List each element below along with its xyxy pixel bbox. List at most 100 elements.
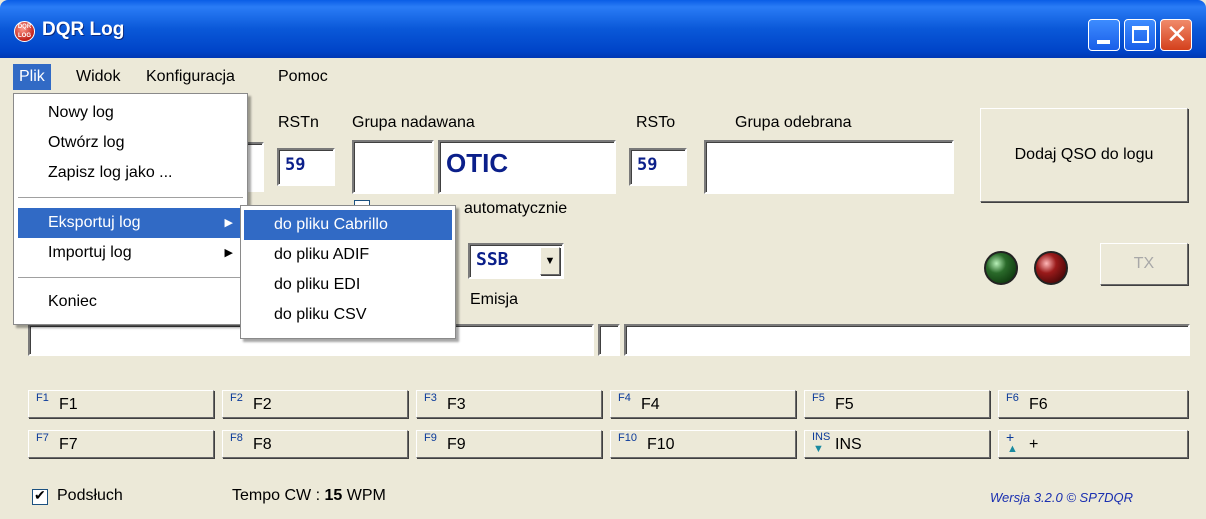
f7-label: F7 [59,436,78,453]
menu-widok[interactable]: Widok [70,64,126,90]
f8-small-label: F8 [230,432,243,444]
plik-menu: Nowy log Otwórz log Zapisz log jako ... … [13,93,248,325]
f10-button[interactable]: F10 F10 [610,430,796,458]
info-field[interactable] [624,324,1190,356]
window-title: DQR Log [42,19,125,40]
rstn-field[interactable]: 59 [277,148,335,186]
menu-zapisz-log-jako[interactable]: Zapisz log jako ... [14,158,247,188]
auto-label: automatycznie [464,200,568,217]
f2-button[interactable]: F2 F2 [222,390,408,418]
f7-small-label: F7 [36,432,49,444]
emisja-label: Emisja [470,291,519,308]
tempo-cw: Tempo CW : 15 WPM [232,487,386,505]
f3-small-label: F3 [424,392,437,404]
menu-otworz-log[interactable]: Otwórz log [14,128,247,158]
tempo-unit: WPM [342,487,386,504]
grupa-nadawana-prefix-field[interactable] [352,140,434,194]
ins-button[interactable]: INS ▼ INS [804,430,990,458]
podsluch-label: Podsłuch [57,487,123,504]
add-qso-button[interactable]: Dodaj QSO do logu [980,108,1188,202]
grupa-nadawana-label: Grupa nadawana [352,114,475,131]
check-icon: ✔ [34,487,46,503]
f10-small-label: F10 [618,432,637,444]
f10-label: F10 [647,436,675,453]
f2-small-label: F2 [230,392,243,404]
f9-small-label: F9 [424,432,437,444]
export-csv[interactable]: do pliku CSV [244,300,452,330]
rsto-value: 59 [637,155,658,175]
f5-button[interactable]: F5 F5 [804,390,990,418]
f6-label: F6 [1029,396,1048,413]
f6-button[interactable]: F6 F6 [998,390,1188,418]
app-icon[interactable]: DQR LOG [14,21,35,42]
menu-koniec[interactable]: Koniec [14,287,247,317]
f2-label: F2 [253,396,272,413]
menu-separator [18,197,243,198]
grupa-nadawana-value: OTIC [446,148,509,178]
tempo-value: 15 [324,487,343,504]
f4-small-label: F4 [618,392,631,404]
minimize-icon [1097,40,1110,44]
ins-small-label: INS [812,431,831,443]
close-button[interactable]: ✕ [1160,19,1192,51]
f9-button[interactable]: F9 F9 [416,430,602,458]
red-led-icon [1034,251,1068,285]
f4-label: F4 [641,396,660,413]
grupa-odebrana-label: Grupa odebrana [735,114,852,131]
submenu-arrow-icon: ▶ [224,217,233,229]
menu-eksportuj-log[interactable]: Eksportuj log ▶ [18,208,243,238]
f9-label: F9 [447,436,466,453]
ins-label: INS [835,436,862,453]
f1-small-label: F1 [36,392,49,404]
podsluch-checkbox[interactable]: ✔ [32,487,48,505]
emisja-value: SSB [476,249,509,270]
plus-label: + [1029,436,1039,453]
rsto-field[interactable]: 59 [629,148,687,186]
export-adif[interactable]: do pliku ADIF [244,240,452,270]
rstn-label: RSTn [278,114,319,131]
submenu-arrow-icon: ▶ [224,247,233,259]
tempo-label: Tempo CW : [232,487,325,504]
f3-button[interactable]: F3 F3 [416,390,602,418]
f1-label: F1 [59,396,78,413]
minimize-button[interactable] [1088,19,1120,51]
menu-pomoc[interactable]: Pomoc [272,64,334,90]
rsto-label: RSTo [636,114,676,131]
title-bar[interactable]: DQR LOG DQR Log ✕ [0,0,1206,58]
menu-bar: Plik Widok Konfiguracja Pomoc [0,58,1206,93]
importuj-label: Importuj log [48,244,132,261]
f8-label: F8 [253,436,272,453]
f4-button[interactable]: F4 F4 [610,390,796,418]
export-cabrillo[interactable]: do pliku Cabrillo [244,210,452,240]
menu-nowy-log[interactable]: Nowy log [14,98,247,128]
grupa-odebrana-field[interactable] [704,140,954,194]
f1-button[interactable]: F1 F1 [28,390,214,418]
version-label: Wersja 3.2.0 © SP7DQR [990,490,1133,505]
f5-label: F5 [835,396,854,413]
f6-small-label: F6 [1006,392,1019,404]
green-led-icon [984,251,1018,285]
maximize-button[interactable] [1124,19,1156,51]
menu-importuj-log[interactable]: Importuj log ▶ [18,238,243,268]
small-field[interactable] [598,324,620,356]
menu-separator [18,277,243,278]
plus-button[interactable]: + ▲ + [998,429,1188,458]
emisja-select[interactable]: SSB ▼ [468,243,564,279]
maximize-icon [1132,26,1149,43]
close-icon: ✕ [1166,20,1188,50]
menu-konfiguracja[interactable]: Konfiguracja [140,64,241,90]
up-arrow-icon: ▲ [1007,443,1018,455]
export-submenu: do pliku Cabrillo do pliku ADIF do pliku… [240,205,456,339]
chevron-down-icon[interactable]: ▼ [540,247,560,275]
f7-button[interactable]: F7 F7 [28,430,214,458]
f5-small-label: F5 [812,392,825,404]
grupa-nadawana-field[interactable]: OTIC [438,140,616,194]
eksportuj-label: Eksportuj log [48,214,141,231]
export-edi[interactable]: do pliku EDI [244,270,452,300]
rstn-value: 59 [285,155,306,175]
down-arrow-icon: ▼ [813,443,824,455]
f3-label: F3 [447,396,466,413]
tx-button[interactable]: TX [1100,243,1188,285]
f8-button[interactable]: F8 F8 [222,430,408,458]
menu-plik[interactable]: Plik [13,64,51,90]
